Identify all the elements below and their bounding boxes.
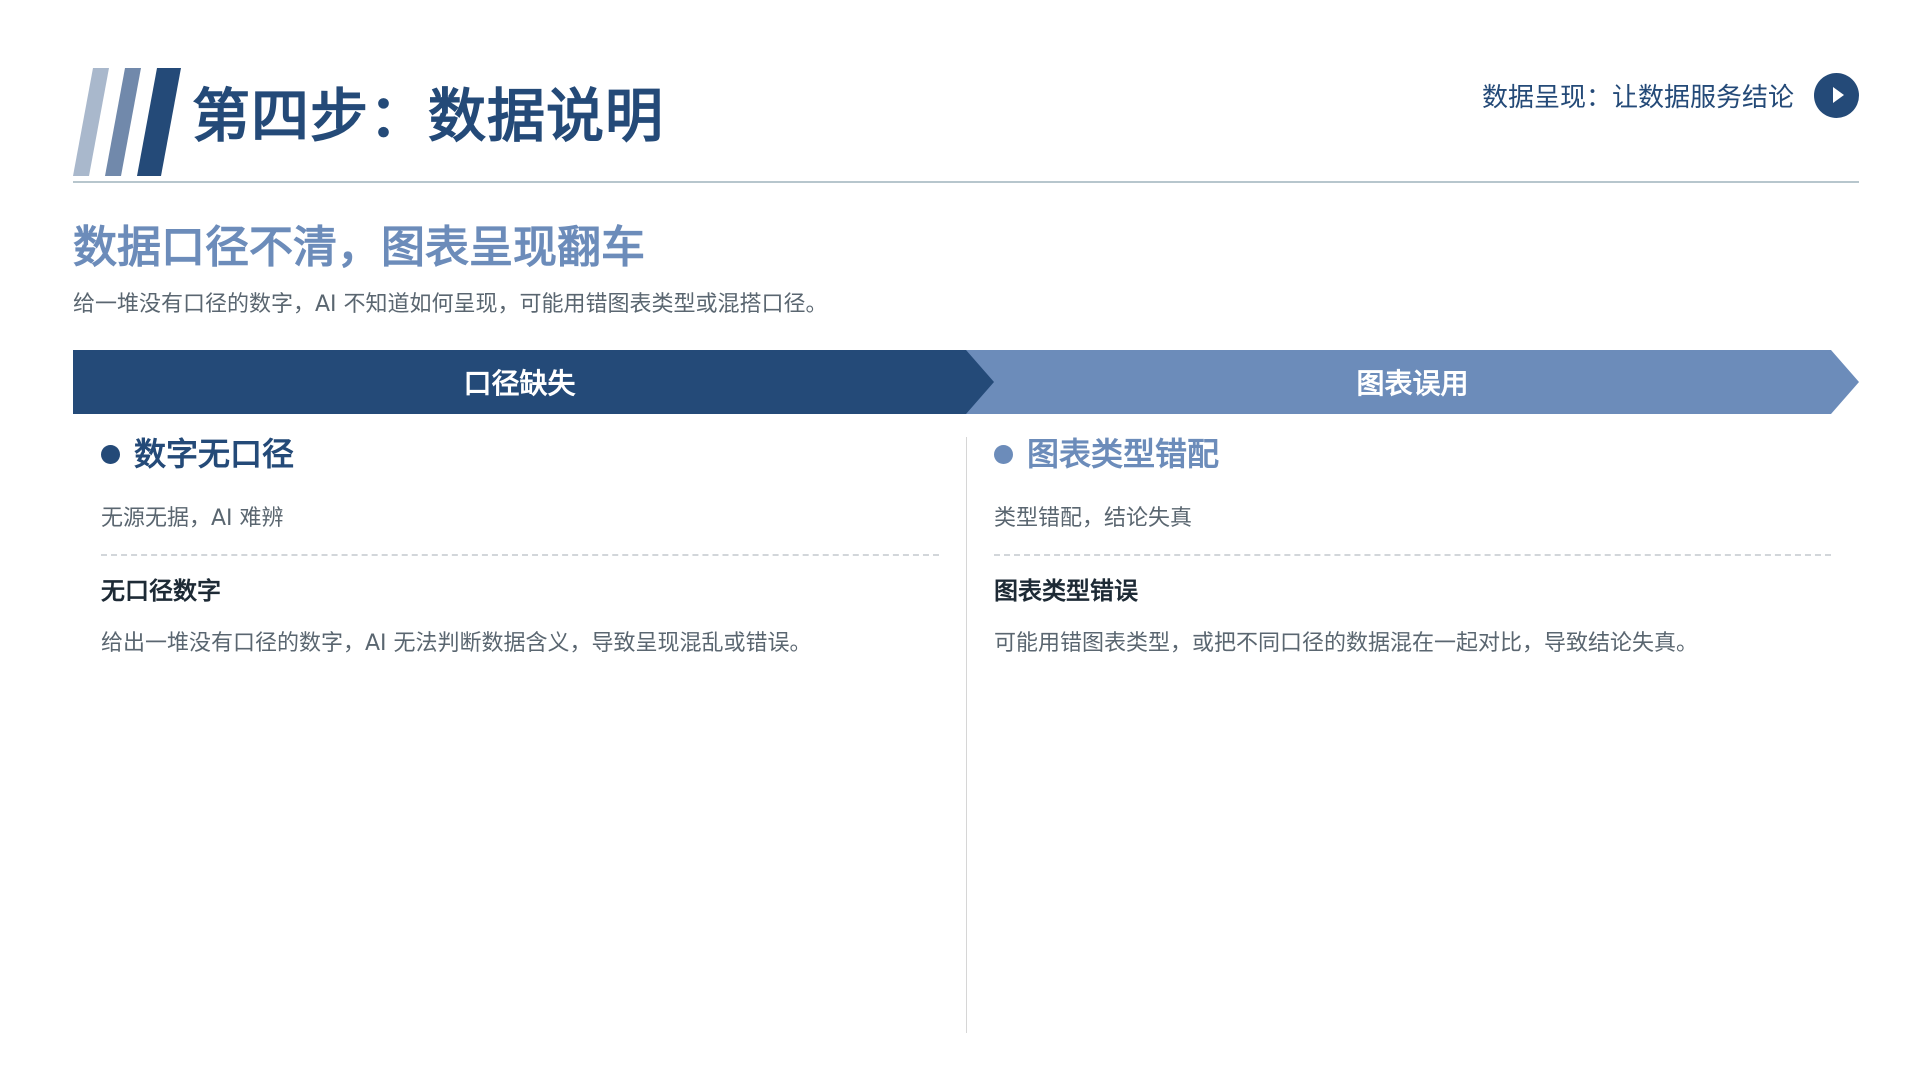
- column-divider: [966, 437, 967, 1033]
- play-button[interactable]: [1814, 72, 1859, 118]
- header: 第四步：数据说明 数据呈现：让数据服务结论: [73, 60, 1859, 182]
- stripe-pale: [73, 68, 109, 176]
- column-right: 图表类型错配 类型错配，结论失真 图表类型错误 可能用错图表类型，或把不同口径的…: [994, 432, 1831, 660]
- bullet-dot-icon: [994, 444, 1013, 464]
- comparison-banner: 口径缺失 图表误用: [73, 350, 1859, 414]
- section-description: 给一堆没有口径的数字，AI 不知道如何呈现，可能用错图表类型或混搭口径。: [73, 292, 828, 317]
- column-heading-text: 数字无口径: [134, 435, 295, 473]
- column-subheading: 图表类型错误: [994, 577, 1138, 605]
- section-title: 数据口径不清，图表呈现翻车: [73, 222, 645, 273]
- dashed-divider: [994, 554, 1831, 556]
- column-body: 给出一堆没有口径的数字，AI 无法判断数据含义，导致呈现混乱或错误。: [101, 631, 812, 656]
- stripe-dark: [137, 68, 181, 176]
- column-subheading: 无口径数字: [101, 577, 221, 605]
- header-subtitle: 数据呈现：让数据服务结论: [1481, 82, 1794, 113]
- banner-label-right: 图表误用: [1356, 367, 1469, 400]
- slide: 第四步：数据说明 数据呈现：让数据服务结论 数据口径不清，图表呈现翻车 给一堆没…: [0, 0, 1920, 1080]
- column-heading: 图表类型错配: [994, 432, 1831, 476]
- column-heading: 数字无口径: [101, 432, 939, 476]
- header-right: 数据呈现：让数据服务结论: [1482, 72, 1859, 118]
- column-summary: 无源无据，AI 难辨: [101, 506, 284, 531]
- stripe-mid: [105, 68, 141, 176]
- column-summary: 类型错配，结论失真: [994, 506, 1193, 531]
- column-left: 数字无口径 无源无据，AI 难辨 无口径数字 给出一堆没有口径的数字，AI 无法…: [101, 432, 939, 660]
- bullet-dot-icon: [101, 444, 120, 464]
- dashed-divider: [101, 554, 939, 556]
- header-divider: [73, 181, 1859, 183]
- banner-label-left: 口径缺失: [463, 367, 576, 400]
- play-icon: [1833, 87, 1844, 103]
- decorative-stripes-icon: [73, 68, 181, 176]
- column-heading-text: 图表类型错配: [1027, 435, 1220, 473]
- page-title: 第四步：数据说明: [192, 82, 665, 150]
- column-body: 可能用错图表类型，或把不同口径的数据混在一起对比，导致结论失真。: [994, 631, 1699, 656]
